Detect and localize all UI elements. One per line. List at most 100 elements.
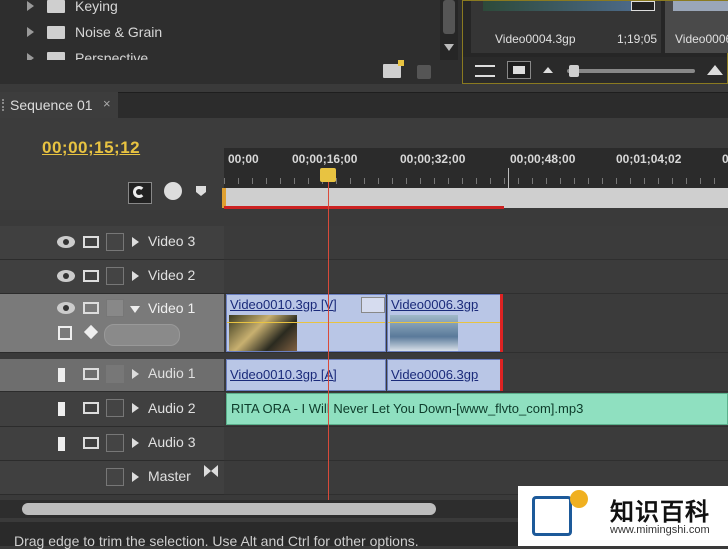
track-name: Video 1	[148, 300, 196, 316]
ruler-tick-label: 00;00;32;00	[400, 152, 466, 166]
zoom-out-icon[interactable]	[543, 67, 553, 73]
speaker-icon[interactable]	[58, 368, 76, 382]
current-timecode[interactable]: 00;00;15;12	[42, 138, 140, 158]
scroll-thumb[interactable]	[22, 503, 436, 515]
folder-icon	[47, 0, 65, 13]
track-name: Master	[148, 468, 191, 484]
filmstrip-icon	[631, 1, 655, 11]
zoom-slider[interactable]	[567, 69, 695, 73]
track-lock-toggle[interactable]	[106, 267, 124, 285]
lightbulb-logo-icon	[570, 490, 588, 508]
track-header-audio-1[interactable]: Audio 1	[0, 359, 224, 392]
watermark-title: 知识百科	[610, 499, 710, 526]
opacity-line[interactable]	[227, 322, 385, 323]
expand-track-icon[interactable]	[132, 237, 139, 247]
audio-clip[interactable]: Video0006.3gp	[387, 359, 501, 391]
clip-name: Video0004.3gp	[495, 32, 576, 46]
expand-track-icon[interactable]	[132, 472, 139, 482]
collapse-track-icon[interactable]	[130, 306, 140, 313]
project-toolbar	[463, 57, 727, 83]
scroll-thumb[interactable]	[443, 0, 455, 34]
list-view-icon[interactable]	[475, 65, 495, 77]
clip-thumbnail	[483, 1, 638, 11]
effects-toolbar	[0, 60, 462, 84]
track-name: Video 2	[148, 267, 196, 283]
track-name: Audio 1	[148, 365, 196, 381]
zoom-in-icon[interactable]	[707, 65, 723, 75]
timeline-header	[0, 118, 224, 210]
sync-lock-icon[interactable]	[83, 402, 99, 414]
trim-edge-indicator[interactable]	[500, 294, 503, 352]
effects-item-keying[interactable]: Keying	[0, 0, 440, 21]
effects-scrollbar[interactable]	[440, 0, 458, 60]
expand-track-icon[interactable]	[132, 369, 139, 379]
project-clip-card[interactable]: Video0006.3gp	[665, 1, 728, 53]
track-lane-video-2[interactable]	[224, 260, 728, 294]
track-lane-audio-3[interactable]	[224, 427, 728, 461]
work-area-start-handle[interactable]	[222, 188, 226, 208]
eye-icon[interactable]	[57, 270, 75, 282]
timeline-horizontal-scrollbar[interactable]	[0, 500, 518, 518]
scroll-down-arrow-icon[interactable]	[444, 44, 454, 51]
track-header-video-2[interactable]: Video 2	[0, 260, 224, 294]
icon-view-button[interactable]	[507, 61, 531, 79]
display-style-icon[interactable]	[58, 326, 72, 340]
video-clip[interactable]: Video0010.3gp [V]	[226, 294, 386, 352]
tab-label: Sequence 01	[10, 97, 93, 113]
work-area-bar[interactable]	[224, 188, 728, 208]
expand-triangle-icon[interactable]	[27, 1, 34, 11]
playhead-line[interactable]	[328, 168, 329, 500]
track-lock-toggle[interactable]	[106, 299, 124, 317]
trash-icon[interactable]	[417, 65, 431, 79]
clip-name: Video0010.3gp [V]	[230, 297, 337, 312]
track-lock-toggle[interactable]	[106, 399, 124, 417]
sync-lock-icon[interactable]	[83, 270, 99, 282]
track-header-video-3[interactable]: Video 3	[0, 226, 224, 260]
tab-sequence-01[interactable]: Sequence 01 ×	[0, 92, 118, 118]
close-tab-icon[interactable]: ×	[103, 96, 111, 111]
effects-panel: Keying Noise & Grain Perspective	[0, 0, 462, 61]
add-marker-disc-icon[interactable]	[164, 182, 182, 200]
playhead-handle[interactable]	[320, 168, 336, 182]
speaker-icon[interactable]	[58, 437, 76, 451]
zoom-slider-handle[interactable]	[569, 65, 579, 77]
project-panel: Video0004.3gp 1;19;05 Video0006.3gp	[462, 0, 728, 84]
track-lock-toggle[interactable]	[106, 233, 124, 251]
trim-edge-indicator[interactable]	[500, 359, 503, 391]
audio-clip-mp3[interactable]: RITA ORA - I Will Never Let You Down-[ww…	[226, 393, 728, 425]
track-lock-toggle[interactable]	[106, 365, 124, 383]
snap-button[interactable]	[128, 182, 152, 204]
keyframe-navigator[interactable]	[104, 324, 180, 346]
track-header-audio-2[interactable]: Audio 2	[0, 392, 224, 427]
track-lock-toggle[interactable]	[106, 468, 124, 486]
fx-badge-icon[interactable]	[361, 297, 385, 313]
track-lane-video-3[interactable]	[224, 226, 728, 260]
expand-triangle-icon[interactable]	[27, 27, 34, 37]
opacity-line[interactable]	[388, 322, 500, 323]
sync-lock-icon[interactable]	[83, 236, 99, 248]
video-clip[interactable]: Video0006.3gp	[387, 294, 501, 352]
effects-item-noise-grain[interactable]: Noise & Grain	[0, 21, 440, 47]
sync-lock-icon[interactable]	[83, 437, 99, 449]
expand-track-icon[interactable]	[132, 271, 139, 281]
watermark-url: www.mimingshi.com	[610, 524, 710, 536]
eye-icon[interactable]	[57, 302, 75, 314]
new-bin-icon[interactable]	[383, 64, 401, 78]
expand-track-icon[interactable]	[132, 403, 139, 413]
snap-icon	[133, 186, 145, 198]
track-lock-toggle[interactable]	[106, 434, 124, 452]
track-header-video-1[interactable]: Video 1	[0, 294, 224, 353]
audio-clip[interactable]: Video0010.3gp [A]	[226, 359, 386, 391]
sync-lock-icon[interactable]	[83, 368, 99, 380]
sync-lock-icon[interactable]	[83, 302, 99, 314]
track-header-audio-3[interactable]: Audio 3	[0, 427, 224, 461]
speaker-icon[interactable]	[58, 402, 76, 416]
eye-icon[interactable]	[57, 236, 75, 248]
track-spacer	[0, 210, 224, 227]
keyframe-icon[interactable]	[83, 324, 99, 340]
track-header-master[interactable]: Master	[0, 461, 224, 495]
tab-grip-icon[interactable]	[2, 99, 7, 111]
project-clip-card[interactable]: Video0004.3gp 1;19;05	[471, 1, 661, 53]
effects-item-perspective[interactable]: Perspective	[0, 47, 440, 60]
expand-track-icon[interactable]	[132, 438, 139, 448]
